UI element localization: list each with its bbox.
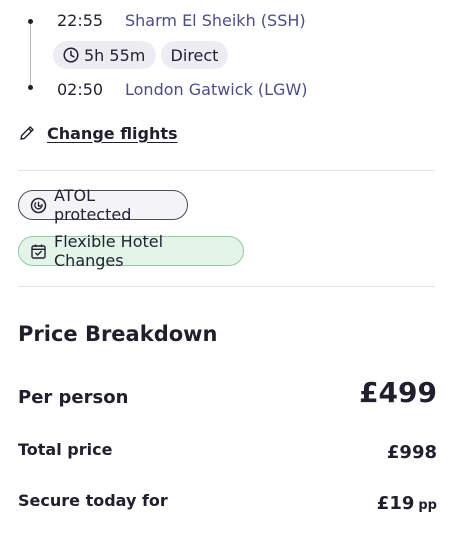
- calendar-check-icon: [30, 243, 47, 260]
- atol-shield-icon: [30, 197, 47, 214]
- timeline-line: [30, 22, 31, 87]
- duration-chip: 5h 55m: [53, 41, 156, 69]
- secure-today-price: £19 pp: [377, 493, 437, 514]
- departure-airport: Sharm El Sheikh (SSH): [125, 11, 306, 30]
- change-flights-link[interactable]: Change flights: [18, 121, 178, 145]
- stops-chip: Direct: [161, 41, 228, 69]
- departure-dot: [28, 19, 33, 24]
- secure-today-amount: £19: [376, 493, 415, 514]
- flexible-hotel-label: Flexible Hotel Changes: [54, 232, 164, 270]
- per-person-label: Per person: [18, 387, 129, 408]
- price-breakdown-title: Price Breakdown: [18, 322, 218, 346]
- stops-text: Direct: [170, 45, 219, 65]
- clock-icon: [63, 47, 79, 63]
- divider: [18, 286, 435, 287]
- flight-summary: 22:55 Sharm El Sheikh (SSH) 5h 55m Direc…: [0, 0, 454, 110]
- total-price-label: Total price: [18, 440, 113, 459]
- flexible-hotel-changes-badge: Flexible Hotel Changes: [18, 232, 244, 270]
- arrival-dot: [28, 85, 33, 90]
- per-person-suffix: pp: [418, 498, 437, 513]
- per-person-price: £499: [359, 376, 437, 409]
- secure-today-label: Secure today for: [18, 491, 168, 510]
- atol-label: ATOL protected: [54, 186, 132, 224]
- total-price-value: £998: [386, 442, 437, 463]
- departure-time: 22:55: [57, 11, 104, 30]
- pencil-icon: [18, 124, 36, 142]
- arrival-airport: London Gatwick (LGW): [125, 80, 308, 99]
- duration-text: 5h 55m: [84, 45, 146, 65]
- arrival-time: 02:50: [57, 80, 104, 99]
- atol-protected-badge: ATOL protected: [18, 186, 188, 224]
- divider: [18, 170, 435, 171]
- change-flights-label[interactable]: Change flights: [47, 124, 178, 143]
